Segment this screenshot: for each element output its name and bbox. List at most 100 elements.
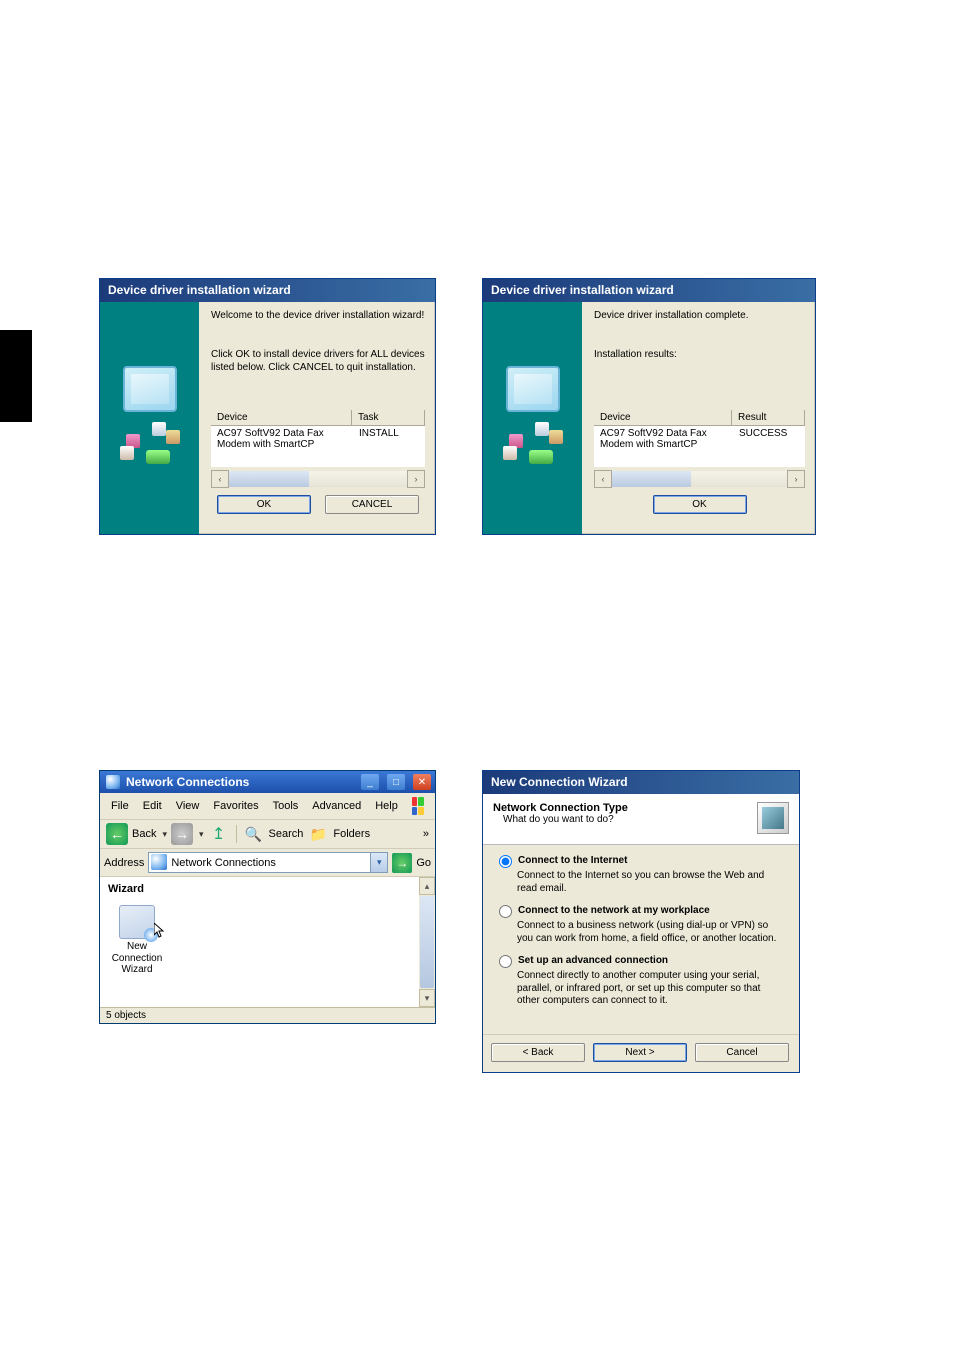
search-icon[interactable]: 🔍 (243, 823, 265, 845)
device-grid-row: AC97 SoftV92 Data Fax Modem with SmartCP… (594, 426, 805, 468)
radio-connect-workplace[interactable] (499, 905, 512, 918)
option-description: Connect directly to another computer usi… (517, 970, 783, 1008)
ok-button[interactable]: OK (217, 495, 311, 514)
ok-button[interactable]: OK (653, 495, 747, 514)
page-side-tab (0, 330, 32, 422)
option-label: Connect to the Internet (518, 855, 627, 868)
go-button-icon[interactable]: → (392, 853, 412, 873)
driver-wizard-step1: Device driver installation wizard Welcom… (99, 278, 436, 535)
hardware-icon (120, 422, 180, 470)
address-bar: Address ▾ → Go (100, 849, 435, 877)
wizard-header-icon (757, 802, 789, 834)
window-title: Network Connections (126, 775, 355, 789)
option-description: Connect to the Internet so you can brows… (517, 870, 783, 895)
dialog-title: Device driver installation wizard (483, 279, 815, 302)
dialog-title: New Connection Wizard (483, 771, 799, 794)
scroll-left-icon[interactable]: ‹ (211, 470, 229, 488)
dialog-side-graphic (483, 302, 582, 534)
address-dropdown-icon[interactable]: ▾ (371, 852, 388, 873)
address-icon (151, 854, 167, 870)
scroll-left-icon[interactable]: ‹ (594, 470, 612, 488)
folders-icon[interactable]: 📁 (307, 823, 329, 845)
network-connections-window: Network Connections _ □ ✕ File Edit View… (99, 770, 436, 1024)
toolbar: ← Back ▾ → ▾ ↥ 🔍 Search 📁 Folders » (100, 820, 435, 849)
menu-view[interactable]: View (169, 798, 207, 814)
toolbar-separator (236, 825, 237, 843)
menu-tools[interactable]: Tools (266, 798, 306, 814)
search-label[interactable]: Search (269, 828, 304, 840)
option-connect-workplace[interactable]: Connect to the network at my workplace (499, 905, 783, 918)
radio-advanced-connection[interactable] (499, 955, 512, 968)
back-button[interactable]: ← (106, 823, 128, 845)
address-label: Address (104, 857, 144, 869)
toolbar-overflow-icon[interactable]: » (423, 828, 429, 840)
horizontal-scrollbar[interactable]: ‹ › (211, 471, 425, 487)
option-advanced-connection[interactable]: Set up an advanced connection (499, 955, 783, 968)
window-titlebar[interactable]: Network Connections _ □ ✕ (100, 771, 435, 793)
wizard-section-header: Wizard (108, 883, 427, 895)
option-label: Set up an advanced connection (518, 955, 668, 968)
cell-result: SUCCESS (733, 426, 805, 468)
monitor-icon (123, 366, 177, 412)
scroll-track[interactable] (229, 471, 407, 487)
scroll-track[interactable] (612, 471, 787, 487)
dialog-title: Device driver installation wizard (100, 279, 435, 302)
wizard-intro: Welcome to the device driver installatio… (211, 310, 425, 321)
device-grid-row: AC97 SoftV92 Data Fax Modem with SmartCP… (211, 426, 425, 467)
maximize-button[interactable]: □ (387, 774, 405, 790)
address-input[interactable] (148, 852, 371, 873)
cancel-button[interactable]: CANCEL (325, 495, 419, 514)
scroll-thumb[interactable] (420, 896, 434, 988)
option-connect-internet[interactable]: Connect to the Internet (499, 855, 783, 868)
forward-dropdown-icon[interactable]: ▾ (199, 829, 204, 840)
menu-edit[interactable]: Edit (136, 798, 169, 814)
windows-logo-icon (405, 795, 431, 817)
wizard-heading: Network Connection Type (493, 802, 757, 814)
back-button[interactable]: < Back (491, 1043, 585, 1062)
device-grid-header: Device Task (211, 410, 425, 426)
cell-device: AC97 SoftV92 Data Fax Modem with SmartCP (211, 426, 353, 467)
wizard-instruction: Click OK to install device drivers for A… (211, 349, 425, 374)
system-icon (106, 775, 120, 789)
wizard-body: Connect to the Internet Connect to the I… (483, 845, 799, 1034)
wizard-subheading: What do you want to do? (503, 814, 757, 825)
menu-advanced[interactable]: Advanced (305, 798, 368, 814)
new-connection-wizard-item[interactable]: New Connection Wizard (108, 905, 166, 976)
col-result: Result (732, 410, 805, 426)
option-label: Connect to the network at my workplace (518, 905, 710, 918)
scroll-down-icon[interactable]: ▾ (419, 989, 435, 1007)
cancel-button[interactable]: Cancel (695, 1043, 789, 1062)
cell-task: INSTALL (353, 426, 425, 467)
next-button[interactable]: Next > (593, 1043, 687, 1062)
status-bar: 5 objects (100, 1007, 435, 1023)
close-button[interactable]: ✕ (413, 774, 431, 790)
menu-favorites[interactable]: Favorites (206, 798, 265, 814)
wizard-footer: < Back Next > Cancel (483, 1034, 799, 1072)
horizontal-scrollbar[interactable]: ‹ › (594, 471, 805, 487)
driver-wizard-complete: Device driver installation wizard Device… (482, 278, 816, 535)
col-task: Task (352, 410, 425, 426)
menu-help[interactable]: Help (368, 798, 405, 814)
scroll-up-icon[interactable]: ▴ (419, 877, 435, 895)
back-dropdown-icon[interactable]: ▾ (162, 829, 167, 840)
wizard-results-label: Installation results: (594, 349, 805, 362)
menu-file[interactable]: File (104, 798, 136, 814)
hardware-icon (503, 422, 563, 470)
go-label[interactable]: Go (416, 857, 431, 869)
minimize-button[interactable]: _ (361, 774, 379, 790)
cell-device: AC97 SoftV92 Data Fax Modem with SmartCP (594, 426, 733, 468)
folders-label[interactable]: Folders (333, 828, 370, 840)
col-device: Device (211, 410, 352, 426)
vertical-scrollbar[interactable]: ▴ ▾ (419, 877, 435, 1007)
forward-button[interactable]: → (171, 823, 193, 845)
scroll-right-icon[interactable]: › (407, 470, 425, 488)
monitor-icon (506, 366, 560, 412)
wizard-complete-text: Device driver installation complete. (594, 310, 805, 321)
back-label[interactable]: Back (132, 828, 156, 840)
up-button[interactable]: ↥ (208, 823, 230, 845)
radio-connect-internet[interactable] (499, 855, 512, 868)
col-device: Device (594, 410, 732, 426)
scroll-right-icon[interactable]: › (787, 470, 805, 488)
new-connection-wizard-dialog: New Connection Wizard Network Connection… (482, 770, 800, 1073)
wizard-item-label: New Connection Wizard (108, 941, 166, 976)
